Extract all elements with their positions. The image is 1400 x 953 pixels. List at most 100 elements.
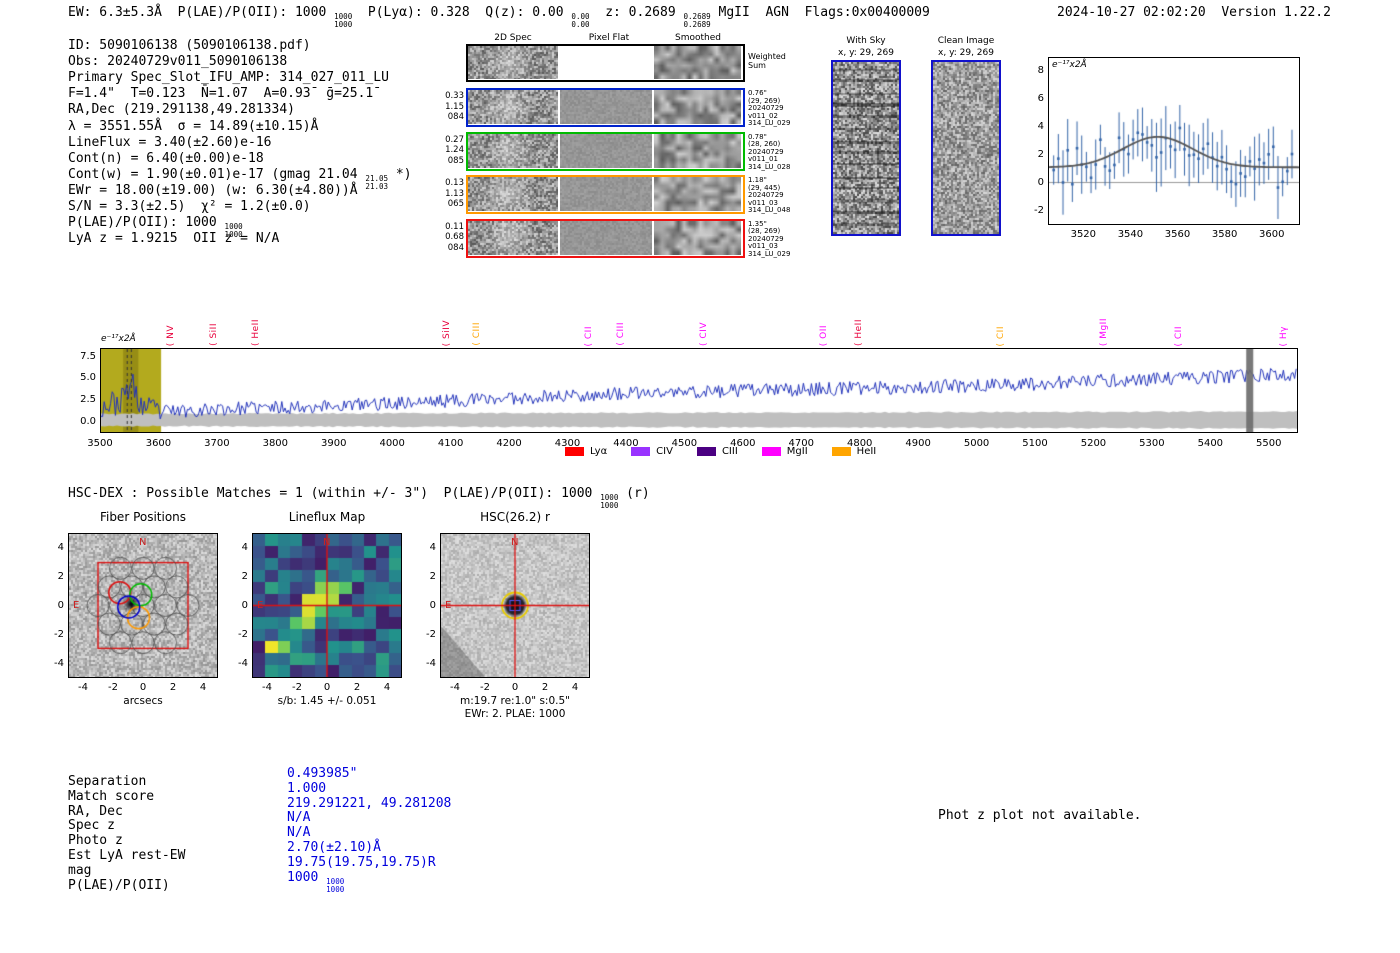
emission-line-label-HeII: ( HeII: [853, 319, 864, 346]
spectrum-xtick: 5500: [1256, 438, 1282, 449]
line-fit-ytick: 4: [1037, 121, 1044, 132]
sky-panel-coords-clean: x, y: 29, 269: [938, 48, 994, 58]
twod-stamp-2-flat: [560, 133, 652, 168]
spectrum-xtick: 4200: [496, 438, 522, 449]
legend-item-Lyα: Lyα: [565, 446, 607, 457]
header-datetime-version: 2024-10-27 02:02:20 Version 1.22.2: [1057, 5, 1331, 20]
legend-swatch: [761, 447, 781, 456]
line-fit-xtick: 3580: [1211, 229, 1238, 240]
match-row-value-0: 0.493985": [287, 766, 358, 781]
twod-stamp-0-spec: [468, 46, 558, 79]
twod-stamp-4-flat: [560, 220, 652, 255]
info-line-9: EWr = 18.00(±19.00) (w: 6.30(±4.80))Å: [68, 182, 358, 198]
twod-stamp-4-spec: [468, 220, 558, 255]
hscdex-match-line: HSC-DEX : Possible Matches = 1 (within +…: [68, 486, 650, 511]
twod-stamp-3-smooth: [654, 177, 741, 211]
emission-line-label-CIII: ( CIII: [472, 322, 483, 346]
twod-stamp-1-flat: [560, 90, 652, 124]
sky-panel-title-clean: Clean Image: [937, 36, 995, 46]
cutout-title-hsc: HSC(26.2) r: [480, 510, 550, 524]
cutout-ytick-lineflux: -4: [238, 657, 248, 669]
line-fit-ylabel: e⁻¹⁷x2Å: [1052, 60, 1087, 70]
twod-row-annotation: 314_LU_029: [748, 119, 791, 128]
line-fit-plot-canvas: [1049, 58, 1299, 224]
twod-row-left-label: 084: [447, 242, 464, 253]
legend-label: Lyα: [590, 446, 608, 457]
line-fit-ytick: 6: [1037, 93, 1044, 104]
cutout-xtick-lineflux: 0: [323, 682, 331, 693]
spectrum-xtick: 4000: [379, 438, 405, 449]
emission-line-label-CII: ( CII: [583, 325, 594, 346]
cutout-ytick-fiber: 4: [57, 541, 64, 553]
compass-north-label: N: [323, 537, 331, 548]
twod-row-left-label: 085: [447, 155, 464, 166]
line-fit-ytick: 2: [1037, 149, 1044, 160]
info-line-12: LyA z = 1.9215 OII z = N/A: [68, 231, 280, 247]
line-fit-xtick: 3540: [1117, 229, 1144, 240]
line-fit-xtick: 3520: [1070, 229, 1097, 240]
twod-row-left-label: 0.33: [445, 91, 464, 101]
emission-line-label-SiIV: ( SiIV: [441, 319, 452, 346]
cutout-caption2-hsc: EWr: 2. PLAE: 1000: [464, 708, 566, 720]
sky-panel-image-sky: [831, 60, 901, 236]
spectrum-legend: Lyα CIV CIII MgII HeII: [565, 446, 900, 457]
spectrum-ytick: 5.0: [80, 372, 96, 384]
twod-stamp-3-spec: [468, 177, 558, 211]
cutout-ytick-fiber: -4: [54, 657, 64, 669]
emission-line-label-OII: ( OII: [818, 324, 829, 346]
emission-line-label-HeII: ( HeII: [251, 319, 262, 346]
cutout-xtick-fiber: -4: [78, 682, 88, 693]
twod-row-left-label: 0.13: [445, 178, 464, 188]
match-row-value-1: 1.000: [287, 780, 327, 796]
cutout-ytick-hsc: 0: [429, 599, 436, 611]
sky-panel-title-sky: With Sky: [846, 36, 886, 46]
twod-row-left-label: 0.27: [445, 134, 464, 145]
compass-east-label: E: [445, 599, 452, 611]
cutout-xtick-fiber: -2: [108, 682, 118, 693]
cutout-ytick-fiber: 2: [57, 570, 64, 582]
cutout-xtick-lineflux: -2: [292, 682, 302, 693]
sky-panel-coords-sky: x, y: 29, 269: [838, 48, 894, 58]
line-fit-xtick: 3560: [1164, 229, 1191, 240]
cutout-ytick-fiber: 0: [57, 599, 64, 611]
info-line-7: Cont(n) = 6.40(±0.00)e-18: [68, 150, 264, 166]
line-fit-ytick: 0: [1037, 177, 1044, 188]
cutout-ytick-hsc: 2: [429, 570, 436, 582]
twod-stamp-4-smooth: [654, 220, 741, 255]
twod-row-left-label: 0.11: [445, 221, 464, 232]
match-row-label-2: RA, Dec: [68, 803, 123, 819]
spectrum-xtick: 4900: [905, 438, 931, 449]
photz-unavailable-note: Phot z plot not available.: [938, 808, 1142, 823]
match-row-value-3: N/A: [287, 810, 311, 826]
line-fit-ytick: 8: [1037, 65, 1044, 76]
info-line-4: RA,Dec (219.291138,49.281334): [68, 102, 295, 118]
cutout-xtick-hsc: 4: [571, 682, 579, 693]
legend-item-HeII: HeII: [831, 446, 876, 457]
cutout-caption-lineflux: s/b: 1.45 +/- 0.051: [277, 695, 377, 707]
stacked-fraction: 1000 1000: [600, 493, 619, 511]
twod-col-header-2dspec: 2D Spec: [494, 33, 532, 43]
twod-stamp-3-flat: [560, 177, 652, 211]
twod-row-annotation: 314_LU_029: [748, 249, 791, 258]
spectrum-ylabel: e⁻¹⁷x2Å: [101, 334, 136, 344]
match-row-label-5: Est LyA rest-EW: [68, 848, 186, 863]
legend-item-MgII: MgII: [761, 446, 808, 457]
stacked-fraction: 21.05 21.03: [365, 174, 389, 192]
twod-stamp-2-spec: [468, 133, 558, 168]
twod-stamp-1-smooth: [654, 90, 741, 124]
legend-swatch: [565, 447, 584, 456]
legend-swatch: [696, 447, 716, 456]
spectrum-ytick: 2.5: [80, 394, 96, 406]
cutout-ytick-lineflux: -2: [238, 628, 248, 640]
emission-line-label-NV: ( NV: [165, 324, 176, 346]
twod-row-left-label: 0.68: [445, 232, 464, 242]
spectrum-xtick: 3500: [87, 438, 113, 449]
info-line-10: S/N = 3.3(±2.5) χ² = 1.2(±0.0): [68, 199, 311, 214]
cutout-xtick-hsc: -2: [480, 682, 490, 693]
cutout-title-lineflux: Lineflux Map: [288, 510, 366, 524]
twod-row-annotation: 314_LU_028: [748, 162, 791, 171]
twod-stamp-1-spec: [468, 90, 558, 124]
cutout-title-fiber: Fiber Positions: [99, 510, 187, 524]
info-line-5: λ = 3551.55Å σ = 14.89(±10.15)Å: [68, 118, 319, 134]
line-fit-ytick: -2: [1034, 205, 1044, 216]
